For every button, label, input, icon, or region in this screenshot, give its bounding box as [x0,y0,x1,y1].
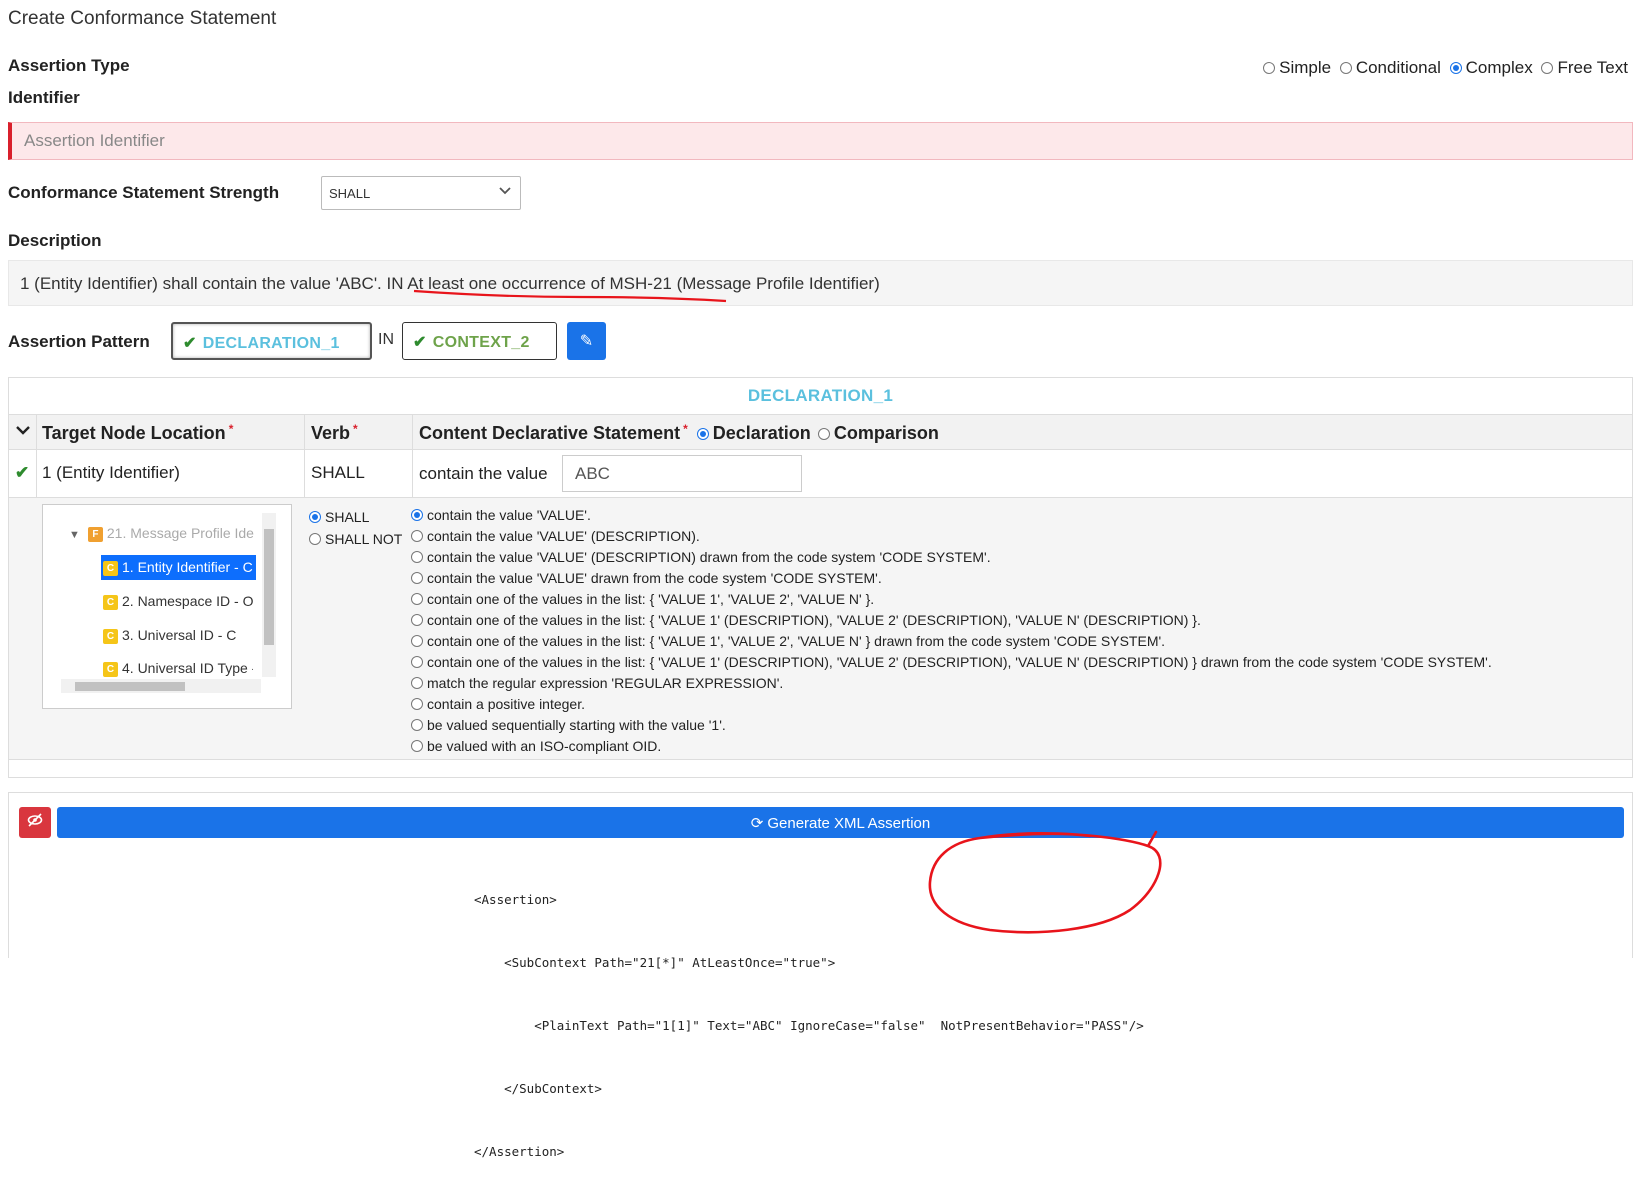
tree-item-namespace-id[interactable]: C 2. Namespace ID - O [103,593,254,610]
assertion-type-free-text[interactable]: Free Text [1541,58,1628,77]
red-underline-annotation [413,289,727,303]
required-marker: * [228,422,234,436]
statement-option[interactable]: contain one of the values in the list: {… [411,589,1492,610]
radio-icon [411,719,423,731]
declaration-panel: DECLARATION_1 Target Node Location * Verb… [8,377,1633,778]
generate-xml-button[interactable]: ⟳ Generate XML Assertion [57,807,1624,838]
statement-option[interactable]: contain a positive integer. [411,694,1492,715]
verb-option-shall[interactable]: SHALL [309,506,402,528]
radio-icon [817,428,830,440]
strength-label: Conformance Statement Strength [8,183,280,202]
check-icon: ✔ [183,335,197,352]
xml-panel: ⟳ Generate XML Assertion <Assertion> <Sub… [8,792,1633,1159]
statement-option[interactable]: contain the value 'VALUE' drawn from the… [411,568,1492,589]
declaration-row: ✔ 1 (Entity Identifier) SHALL contain th… [9,450,1632,498]
statement-option[interactable]: match the regular expression 'REGULAR EX… [411,673,1492,694]
statement-option[interactable]: contain one of the values in the list: {… [411,610,1492,631]
strength-value: SHALL [329,186,371,201]
content-header: Content Declarative Statement * Declarati… [419,422,939,443]
radio-icon [411,677,423,689]
target-node-header: Target Node Location * [42,422,234,443]
check-icon: ✔ [413,334,427,351]
edit-pattern-button[interactable]: ✎ [567,322,606,360]
statement-option[interactable]: contain one of the values in the list: {… [411,652,1492,673]
vertical-scrollbar[interactable] [262,513,276,677]
mode-comparison[interactable]: Comparison [817,423,939,443]
assertion-type-simple[interactable]: Simple [1263,58,1331,77]
statement-option[interactable]: contain the value 'VALUE' (DESCRIPTION) … [411,547,1492,568]
assertion-type-conditional[interactable]: Conditional [1339,58,1441,77]
strength-select[interactable]: SHALL [321,176,521,210]
radio-icon [1541,62,1554,74]
radio-icon [411,614,423,626]
chevron-down-icon [498,184,512,201]
radio-selected-icon [1449,62,1462,74]
radio-icon [411,698,423,710]
radio-icon [411,656,423,668]
verb-options: SHALL SHALL NOT [309,506,402,550]
declaration-button[interactable]: ✔ DECLARATION_1 [171,322,372,360]
collapse-arrow-icon[interactable]: ▼ [69,529,80,541]
tree-item-message-profile[interactable]: ▼ F 21. Message Profile Ide [69,525,254,542]
verb-header: Verb * [311,422,358,443]
assertion-type-label: Assertion Type [8,56,130,75]
assertion-pattern-label: Assertion Pattern [8,332,150,351]
radio-icon [1263,62,1276,74]
assertion-type-complex[interactable]: Complex [1449,58,1533,77]
declaration-editor: ▼ F 21. Message Profile Ide C 1. Entity Ide… [9,498,1632,760]
radio-icon [411,572,423,584]
assertion-type-options: Simple Conditional Complex Free Text [1259,58,1628,78]
radio-icon [411,635,423,647]
scrollbar-thumb[interactable] [264,529,274,645]
statement-option[interactable]: contain one of the values in the list: {… [411,631,1492,652]
declaration-panel-title: DECLARATION_1 [747,386,894,405]
red-circle-annotation [928,830,1162,934]
eye-slash-icon [27,813,43,831]
radio-selected-icon [411,509,423,521]
statement-value: contain the value [419,464,548,483]
statement-option[interactable]: be valued sequentially starting with the… [411,715,1492,736]
statement-option[interactable]: contain the value 'VALUE' (DESCRIPTION). [411,526,1492,547]
context-button[interactable]: ✔ CONTEXT_2 [402,322,557,360]
required-marker: * [683,422,688,436]
page-title: Create Conformance Statement [8,8,277,29]
description-text: 1 (Entity Identifier) shall contain the … [8,260,1633,306]
chevron-down-icon[interactable] [15,422,31,443]
radio-selected-icon [309,511,321,523]
declaration-table-header: Target Node Location * Verb * Content Decl… [9,414,1632,450]
statement-options: contain the value 'VALUE'. contain the v… [411,505,1492,757]
scrollbar-thumb[interactable] [75,682,185,691]
radio-icon [1339,62,1352,74]
radio-icon [411,551,423,563]
target-node-value: 1 (Entity Identifier) [42,463,180,482]
check-icon: ✔ [15,463,30,482]
description-label: Description [8,231,102,250]
hide-xml-button[interactable] [19,807,51,838]
statement-option[interactable]: contain the value 'VALUE'. [411,505,1492,526]
identifier-input[interactable]: Assertion Identifier [8,122,1633,160]
verb-option-shall-not[interactable]: SHALL NOT [309,528,402,550]
mode-declaration[interactable]: Declaration [696,423,811,443]
radio-selected-icon [696,428,709,440]
tree-item-entity-identifier[interactable]: C 1. Entity Identifier - C [101,555,256,580]
horizontal-scrollbar[interactable] [61,679,261,693]
radio-icon [411,530,423,542]
tree-item-universal-id-type[interactable]: C 4. Universal ID Type - [103,660,253,677]
pencil-icon: ✎ [579,333,594,350]
radio-icon [411,740,423,752]
identifier-label: Identifier [8,88,80,107]
radio-icon [309,533,321,545]
required-marker: * [353,422,358,436]
statement-option[interactable]: be valued with an ISO-compliant OID. [411,736,1492,757]
refresh-icon: ⟳ [750,815,764,832]
value-input[interactable]: ABC [562,455,802,492]
radio-icon [411,593,423,605]
verb-value: SHALL [311,463,365,482]
node-tree: ▼ F 21. Message Profile Ide C 1. Entity Ide… [42,504,292,709]
pattern-connector: IN [378,331,394,348]
tree-item-universal-id[interactable]: C 3. Universal ID - C [103,627,236,644]
